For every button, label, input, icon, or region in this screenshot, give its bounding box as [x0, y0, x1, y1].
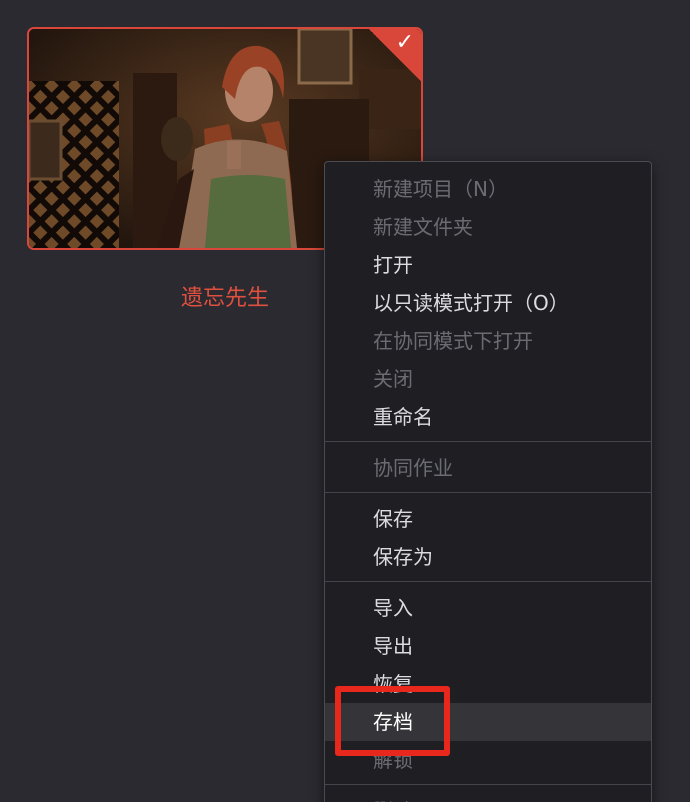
- menu-separator: [325, 492, 651, 493]
- selection-corner: ✓: [369, 29, 421, 81]
- menu-separator: [325, 581, 651, 582]
- menu-item-save-as[interactable]: 保存为: [325, 538, 651, 576]
- menu-item-rename[interactable]: 重命名: [325, 398, 651, 436]
- menu-item-export[interactable]: 导出: [325, 627, 651, 665]
- menu-item-close[interactable]: 关闭: [325, 360, 651, 398]
- menu-item-unlock[interactable]: 解锁: [325, 741, 651, 779]
- menu-item-open-read-only[interactable]: 以只读模式打开（O）: [325, 284, 651, 322]
- menu-item-delete[interactable]: 删除: [325, 792, 651, 802]
- menu-separator: [325, 784, 651, 785]
- menu-item-open-collaborative[interactable]: 在协同模式下打开: [325, 322, 651, 360]
- checkmark-icon: ✓: [395, 30, 414, 55]
- menu-item-import[interactable]: 导入: [325, 589, 651, 627]
- menu-item-new-project[interactable]: 新建项目（N）: [325, 170, 651, 208]
- menu-item-collaboration[interactable]: 协同作业: [325, 449, 651, 487]
- menu-item-restore[interactable]: 恢复: [325, 665, 651, 703]
- menu-item-save[interactable]: 保存: [325, 500, 651, 538]
- menu-item-archive[interactable]: 存档: [325, 703, 651, 741]
- menu-separator: [325, 441, 651, 442]
- context-menu: 新建项目（N） 新建文件夹 打开 以只读模式打开（O） 在协同模式下打开 关闭 …: [324, 161, 652, 802]
- menu-item-open[interactable]: 打开: [325, 246, 651, 284]
- project-manager: ✓ 遗忘先生 新建项目（N） 新建文件夹 打开 以只读模式打开（O） 在协同模式…: [0, 0, 690, 802]
- menu-item-new-folder[interactable]: 新建文件夹: [325, 208, 651, 246]
